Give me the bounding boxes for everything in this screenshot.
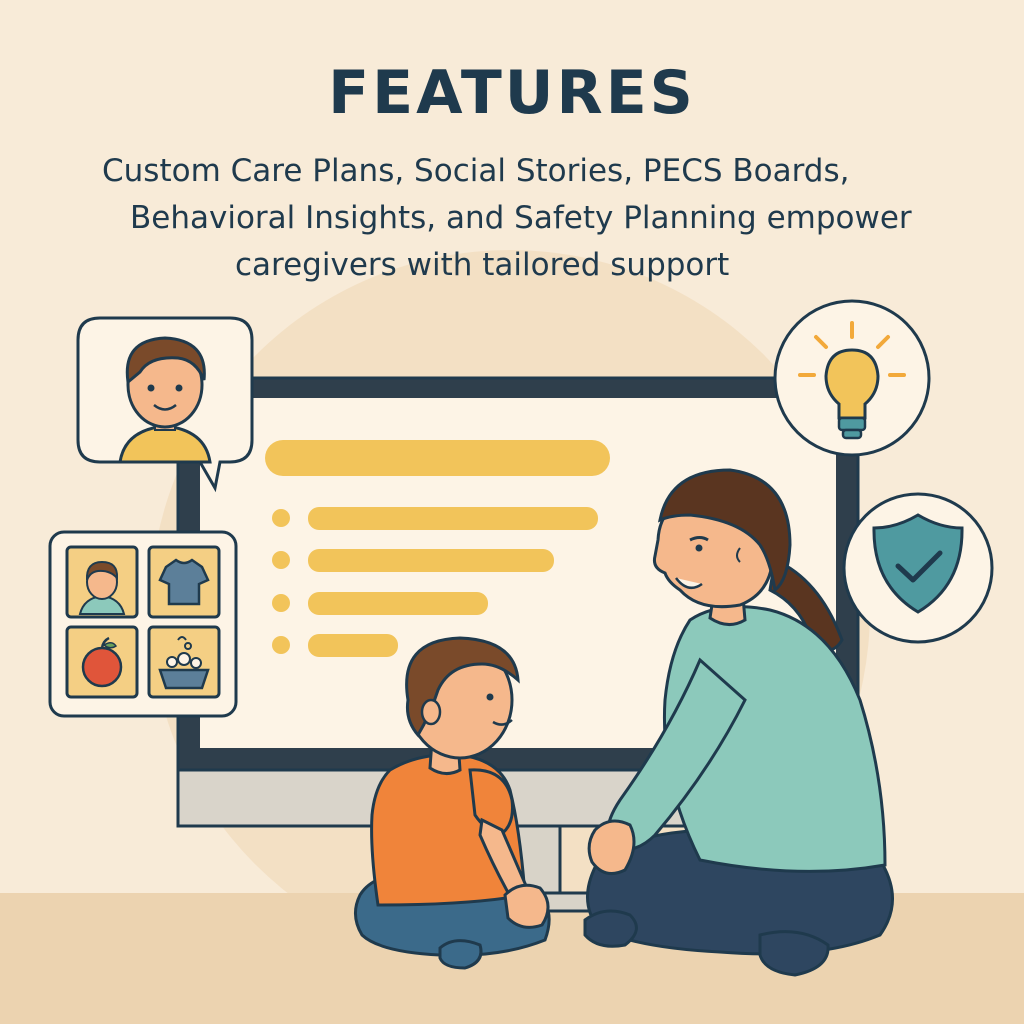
wash-bowl-card-icon [147,625,221,699]
lightbulb-icon [773,299,931,457]
child-card-icon [65,545,139,619]
pecs-board [48,530,238,718]
screen-list-item [308,592,488,615]
screen-header-bar [265,440,610,476]
shirt-card-icon [147,545,221,619]
child-profile-icon [76,316,254,493]
features-illustration: FEATURES Custom Care Plans, Social Stori… [0,0,1024,1024]
screen-list-item [308,549,554,572]
scene [48,299,994,977]
screen-list-item [308,634,398,657]
apple-card-icon [65,625,139,699]
shield-check-icon [842,492,994,644]
screen-list-item [308,507,598,530]
